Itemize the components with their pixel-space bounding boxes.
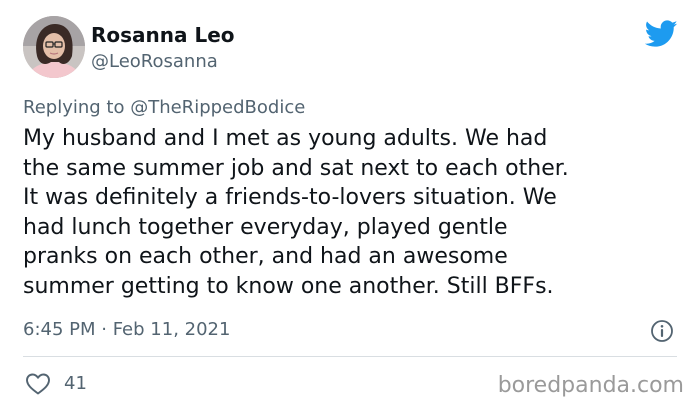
tweet-text-line: summer getting to know one another. Stil… <box>23 273 554 299</box>
tweet-text-line: My husband and I met as young adults. We… <box>23 126 548 151</box>
tweet-text-line: the same summer job and sat next to each… <box>23 155 569 181</box>
author-handle[interactable]: @LeoRosanna <box>91 50 218 74</box>
tweet-text-line: pranks on each other, and had an awesome <box>23 244 508 269</box>
reply-mention-link[interactable]: @TheRippedBodice <box>130 97 305 118</box>
divider <box>23 356 677 357</box>
like-count: 41 <box>64 373 87 394</box>
replying-to: Replying to @TheRippedBodice <box>23 96 305 120</box>
heart-icon[interactable] <box>25 372 51 396</box>
tweet-timestamp[interactable]: 6:45 PM · Feb 11, 2021 <box>23 318 230 342</box>
info-icon[interactable] <box>650 319 674 343</box>
replying-to-label: Replying to <box>23 97 131 118</box>
tweet-text-line: It was definitely a friends-to-lovers si… <box>23 185 557 210</box>
author-display-name[interactable]: Rosanna Leo <box>91 22 235 48</box>
tweet-card: Rosanna Leo @LeoRosanna Replying to @The… <box>0 0 700 410</box>
tweet-text-line: had lunch together everyday, played gent… <box>23 214 508 240</box>
avatar[interactable] <box>23 16 85 78</box>
watermark: boredpanda.com <box>497 373 684 398</box>
twitter-bird-icon[interactable] <box>644 20 678 48</box>
tweet-text: My husband and I met as young adults. We… <box>23 124 683 301</box>
